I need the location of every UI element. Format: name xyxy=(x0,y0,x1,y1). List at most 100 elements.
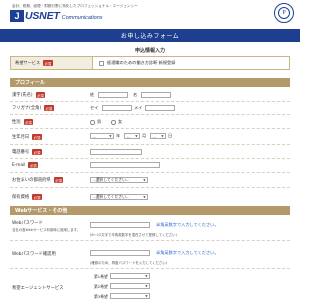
phone-input[interactable] xyxy=(90,149,142,155)
password-confirm-note: 半角英数字で入力してください。 xyxy=(156,250,219,255)
service-label-cell: 希望サービス 必須 xyxy=(11,57,93,69)
first-name-input[interactable] xyxy=(141,92,171,98)
email-label: E-mail xyxy=(12,162,26,168)
password-label-cell: Webパスワード xyxy=(12,220,43,226)
birth-year-select[interactable]: -- ▼ xyxy=(90,133,114,139)
gender-male-label: 男 xyxy=(97,119,102,124)
required-badge: 必須 xyxy=(43,59,53,67)
agent-choice-3-select[interactable]: ▼ xyxy=(110,293,150,299)
chevron-down-icon: ▼ xyxy=(145,294,148,298)
gender-female-radio[interactable] xyxy=(111,120,116,125)
chevron-down-icon: ▼ xyxy=(145,284,148,288)
password-confirm-label: Webパスワード確認用 xyxy=(12,252,56,257)
birth-label-cell: 生年月日 必須 xyxy=(12,134,42,141)
service-row: 希望サービス 必須 経理職のための働き方診断 新規登録 xyxy=(10,56,290,70)
required-badge: 必須 xyxy=(53,177,64,184)
row-divider xyxy=(10,114,290,115)
password-label: Webパスワード xyxy=(12,221,43,226)
required-badge: 必須 xyxy=(28,162,39,169)
password-confirm-input[interactable] xyxy=(90,250,150,256)
header-tagline: 会計、税務、経理・財務分野に特化したプロフェッショナル・エージェンシー xyxy=(12,4,138,8)
row-divider xyxy=(10,158,290,159)
password-confirm-label-cell: Webパスワード確認用 xyxy=(12,251,56,257)
agent-choice-1-select[interactable]: ▼ xyxy=(110,273,150,279)
birth-day-value: -- xyxy=(153,133,156,139)
last-name-kana-input[interactable] xyxy=(102,105,132,111)
birth-year-unit: 年 xyxy=(116,133,121,138)
qualification-label: 保有資格 xyxy=(12,195,30,201)
birth-month-unit: 月 xyxy=(142,133,147,138)
agent-service-label: 希望エージェントサービス xyxy=(12,286,64,291)
chevron-down-icon: ▼ xyxy=(135,134,138,138)
prefecture-label-cell: お住まいの都道府県 必須 xyxy=(12,177,64,184)
agent-choice-3-label: 第3希望 xyxy=(94,294,108,299)
agent-service-label-cell: 希望エージェントサービス xyxy=(12,285,63,291)
birth-day-unit: 日 xyxy=(168,133,173,138)
phone-label-cell: 電話番号 必須 xyxy=(12,149,42,156)
birth-month-select[interactable]: -- ▼ xyxy=(124,133,140,139)
chevron-down-icon: ▼ xyxy=(143,178,146,182)
form-subtitle: 申込情報入力 xyxy=(134,48,165,54)
qualification-label-cell: 保有資格 必須 xyxy=(12,194,42,201)
birth-day-select[interactable]: -- ▼ xyxy=(150,133,166,139)
birth-month-value: -- xyxy=(127,133,130,139)
password-confirm-hint: (確認のため、再度パスワードを入力してください) xyxy=(90,261,168,265)
agent-choice-2-label: 第2希望 xyxy=(94,284,108,289)
chevron-down-icon: ▼ xyxy=(161,134,164,138)
kana-sei-prefix: セイ xyxy=(90,105,99,110)
logo-subtitle: Communications xyxy=(61,14,103,21)
required-badge: 必須 xyxy=(44,105,54,112)
section-web-header: Webサービス・その他 xyxy=(10,206,290,215)
privacy-seal-icon: P xyxy=(274,3,294,23)
email-input[interactable] xyxy=(90,162,160,168)
row-divider xyxy=(10,144,290,145)
first-name-kana-input[interactable] xyxy=(145,105,175,111)
chevron-down-icon: ▼ xyxy=(109,134,112,138)
row-divider xyxy=(10,128,290,129)
form-title-bar: お申し込みフォーム xyxy=(0,29,300,42)
service-option-label: 経理職のための働き方診断 新規登録 xyxy=(107,60,176,65)
gender-female-label: 女 xyxy=(118,119,123,124)
phone-label: 電話番号 xyxy=(12,150,30,156)
email-label-cell: E-mail 必須 xyxy=(12,162,39,169)
password-note: 半角英数字で入力してください。 xyxy=(156,222,219,227)
form-title: お申し込みフォーム xyxy=(120,33,180,40)
seal-letter: P xyxy=(278,7,290,19)
agent-choice-1-label: 第1希望 xyxy=(94,274,108,279)
password-description: 当社の各Webサービス利用時に使用します。 xyxy=(12,228,81,232)
birth-year-value: -- xyxy=(93,133,96,139)
qualification-select[interactable]: --選択してください-- ▼ xyxy=(90,194,148,200)
kana-mei-prefix: メイ xyxy=(134,105,143,110)
password-input[interactable] xyxy=(90,222,150,228)
chevron-down-icon: ▼ xyxy=(145,274,148,278)
service-label: 希望サービス xyxy=(15,60,41,65)
chevron-down-icon: ▼ xyxy=(143,195,146,199)
prefecture-label: お住まいの都道府県 xyxy=(12,178,51,184)
kana-label-cell: フリガナ(全角) 必須 xyxy=(12,105,54,112)
site-header: 会計、税務、経理・財務分野に特化したプロフェッショナル・エージェンシー J US… xyxy=(0,0,300,28)
service-checkbox[interactable] xyxy=(99,60,104,66)
logo-name: USNET xyxy=(25,10,60,22)
logo-mark-icon: J xyxy=(10,10,24,22)
last-name-input[interactable] xyxy=(98,92,128,98)
section-profile-header: プロフィール xyxy=(10,78,290,87)
password-hint: (8〜12文字で半角英数字を混在させて登録してください) xyxy=(90,233,177,237)
required-badge: 必須 xyxy=(32,149,42,156)
row-divider xyxy=(10,240,290,241)
gender-label-cell: 性別 必須 xyxy=(12,119,34,126)
row-divider xyxy=(10,268,290,269)
name-sei-prefix: 姓 xyxy=(90,92,95,97)
name-label: 漢字(氏名) xyxy=(12,93,33,99)
gender-label: 性別 xyxy=(12,120,21,126)
prefecture-value: --選択してください-- xyxy=(93,177,129,182)
prefecture-select[interactable]: --選択してください-- ▼ xyxy=(90,177,148,183)
gender-male-radio[interactable] xyxy=(90,120,95,125)
required-badge: 必須 xyxy=(32,134,42,141)
required-badge: 必須 xyxy=(23,119,34,126)
site-logo[interactable]: J USNET Communications xyxy=(10,10,103,22)
agent-choice-2-select[interactable]: ▼ xyxy=(110,283,150,289)
row-divider xyxy=(10,187,290,188)
name-label-cell: 漢字(氏名) 必須 xyxy=(12,92,46,99)
required-badge: 必須 xyxy=(32,194,42,201)
name-mei-prefix: 名 xyxy=(133,92,138,97)
